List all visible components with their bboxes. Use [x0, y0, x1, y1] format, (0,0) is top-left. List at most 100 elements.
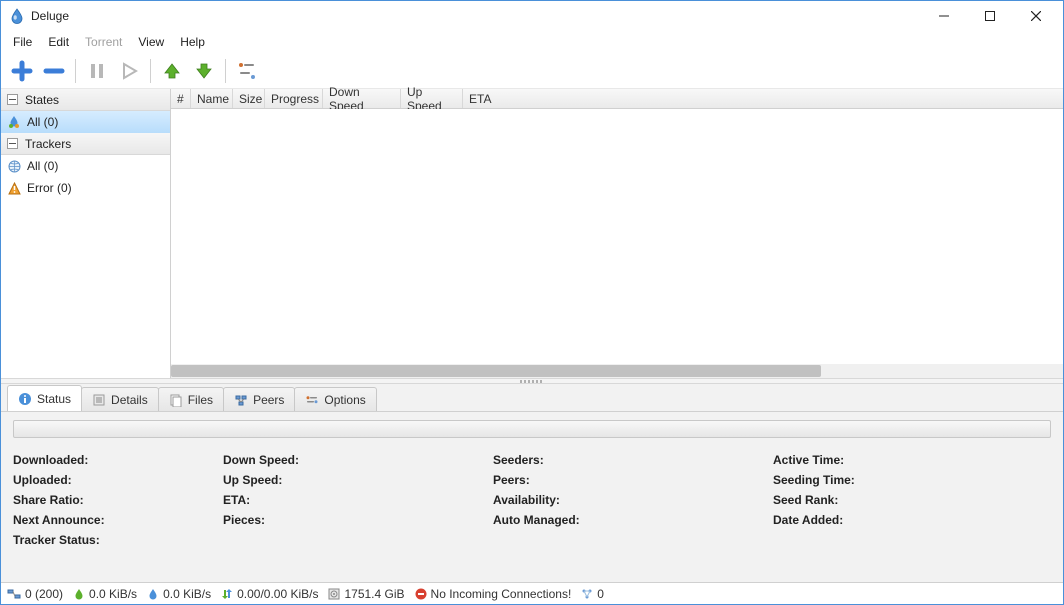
collapse-icon: [5, 93, 19, 107]
column-up-speed[interactable]: Up Speed: [401, 89, 463, 108]
torrent-list-body[interactable]: [171, 109, 1063, 364]
sidebar-item-all-trackers[interactable]: All (0): [1, 155, 170, 177]
column-number[interactable]: #: [171, 89, 191, 108]
pause-button[interactable]: [82, 56, 112, 86]
menu-view[interactable]: View: [132, 33, 170, 51]
label-auto-managed: Auto Managed:: [493, 510, 773, 530]
sidebar-group-trackers[interactable]: Trackers: [1, 133, 170, 155]
label-tracker-status: Tracker Status:: [13, 530, 223, 550]
preferences-button[interactable]: [232, 56, 262, 86]
label-uploaded: Uploaded:: [13, 470, 223, 490]
minimize-button[interactable]: [921, 2, 967, 30]
label-downloaded: Downloaded:: [13, 450, 223, 470]
resume-button[interactable]: [114, 56, 144, 86]
sidebar-item-all-states[interactable]: All (0): [1, 111, 170, 133]
tab-details[interactable]: Details: [81, 387, 159, 411]
sidebar: States All (0) Trackers All (0) Error (0…: [1, 89, 171, 378]
label-availability: Availability:: [493, 490, 773, 510]
status-text: 0: [597, 587, 604, 601]
scrollbar-thumb[interactable]: [171, 365, 821, 377]
status-text: 0.0 KiB/s: [163, 587, 211, 601]
collapse-icon: [5, 137, 19, 151]
label-next-announce: Next Announce:: [13, 510, 223, 530]
tab-peers[interactable]: Peers: [223, 387, 295, 411]
status-health-warning[interactable]: No Incoming Connections!: [415, 587, 572, 601]
status-text: 0 (200): [25, 587, 63, 601]
dht-icon: [581, 588, 593, 600]
column-progress[interactable]: Progress: [265, 89, 323, 108]
sidebar-group-label: Trackers: [25, 137, 71, 151]
peers-icon: [234, 393, 248, 407]
menu-torrent[interactable]: Torrent: [79, 33, 128, 51]
sidebar-group-states[interactable]: States: [1, 89, 170, 111]
options-icon: [305, 393, 319, 407]
queue-up-button[interactable]: [157, 56, 187, 86]
queue-down-button[interactable]: [189, 56, 219, 86]
disk-icon: [328, 588, 340, 600]
add-torrent-button[interactable]: [7, 56, 37, 86]
status-download-rate[interactable]: 0.0 KiB/s: [73, 587, 137, 601]
status-protocol-traffic[interactable]: 0.00/0.00 KiB/s: [221, 587, 318, 601]
error-icon: [415, 588, 427, 600]
tab-label: Details: [111, 393, 148, 407]
window-title: Deluge: [31, 9, 69, 23]
status-text: 1751.4 GiB: [344, 587, 404, 601]
globe-icon: [7, 159, 21, 173]
label-seed-rank: Seed Rank:: [773, 490, 1051, 510]
pane-splitter[interactable]: [1, 378, 1063, 384]
status-text: 0.0 KiB/s: [89, 587, 137, 601]
sidebar-item-label: All (0): [27, 159, 58, 173]
column-down-speed[interactable]: Down Speed: [323, 89, 401, 108]
label-date-added: Date Added:: [773, 510, 1051, 530]
close-button[interactable]: [1013, 2, 1059, 30]
label-seeders: Seeders:: [493, 450, 773, 470]
tab-label: Status: [37, 392, 71, 406]
up-drop-icon: [147, 588, 159, 600]
status-text: No Incoming Connections!: [431, 587, 572, 601]
statusbar: 0 (200) 0.0 KiB/s 0.0 KiB/s 0.00/0.00 Ki…: [1, 582, 1063, 604]
tab-status[interactable]: Status: [7, 385, 82, 411]
tab-label: Files: [188, 393, 213, 407]
label-active-time: Active Time:: [773, 450, 1051, 470]
maximize-button[interactable]: [967, 2, 1013, 30]
remove-torrent-button[interactable]: [39, 56, 69, 86]
label-down-speed: Down Speed:: [223, 450, 493, 470]
sidebar-item-label: Error (0): [27, 181, 72, 195]
toolbar-separator: [150, 59, 151, 83]
toolbar: [1, 53, 1063, 89]
status-connections[interactable]: 0 (200): [7, 587, 63, 601]
label-up-speed: Up Speed:: [223, 470, 493, 490]
info-icon: [18, 392, 32, 406]
menu-file[interactable]: File: [7, 33, 38, 51]
warning-icon: [7, 181, 21, 195]
menu-edit[interactable]: Edit: [42, 33, 75, 51]
status-pane: Downloaded: Uploaded: Share Ratio: Next …: [1, 412, 1063, 582]
column-eta[interactable]: ETA: [463, 89, 1063, 108]
all-icon: [7, 115, 21, 129]
status-disk-space[interactable]: 1751.4 GiB: [328, 587, 404, 601]
menu-help[interactable]: Help: [174, 33, 211, 51]
toolbar-separator: [225, 59, 226, 83]
details-icon: [92, 393, 106, 407]
titlebar: Deluge: [1, 1, 1063, 31]
toolbar-separator: [75, 59, 76, 83]
tab-files[interactable]: Files: [158, 387, 224, 411]
sidebar-item-label: All (0): [27, 115, 58, 129]
progress-bar: [13, 420, 1051, 438]
label-seeding-time: Seeding Time:: [773, 470, 1051, 490]
column-size[interactable]: Size: [233, 89, 265, 108]
traffic-icon: [221, 588, 233, 600]
tab-options[interactable]: Options: [294, 387, 376, 411]
status-dht[interactable]: 0: [581, 587, 604, 601]
tab-label: Options: [324, 393, 365, 407]
detail-tabs: Status Details Files Peers Options: [1, 384, 1063, 412]
label-eta: ETA:: [223, 490, 493, 510]
down-drop-icon: [73, 588, 85, 600]
files-icon: [169, 393, 183, 407]
network-icon: [7, 587, 21, 601]
column-name[interactable]: Name: [191, 89, 233, 108]
status-upload-rate[interactable]: 0.0 KiB/s: [147, 587, 211, 601]
horizontal-scrollbar[interactable]: [171, 364, 1063, 378]
main-area: States All (0) Trackers All (0) Error (0…: [1, 89, 1063, 378]
sidebar-item-error-trackers[interactable]: Error (0): [1, 177, 170, 199]
